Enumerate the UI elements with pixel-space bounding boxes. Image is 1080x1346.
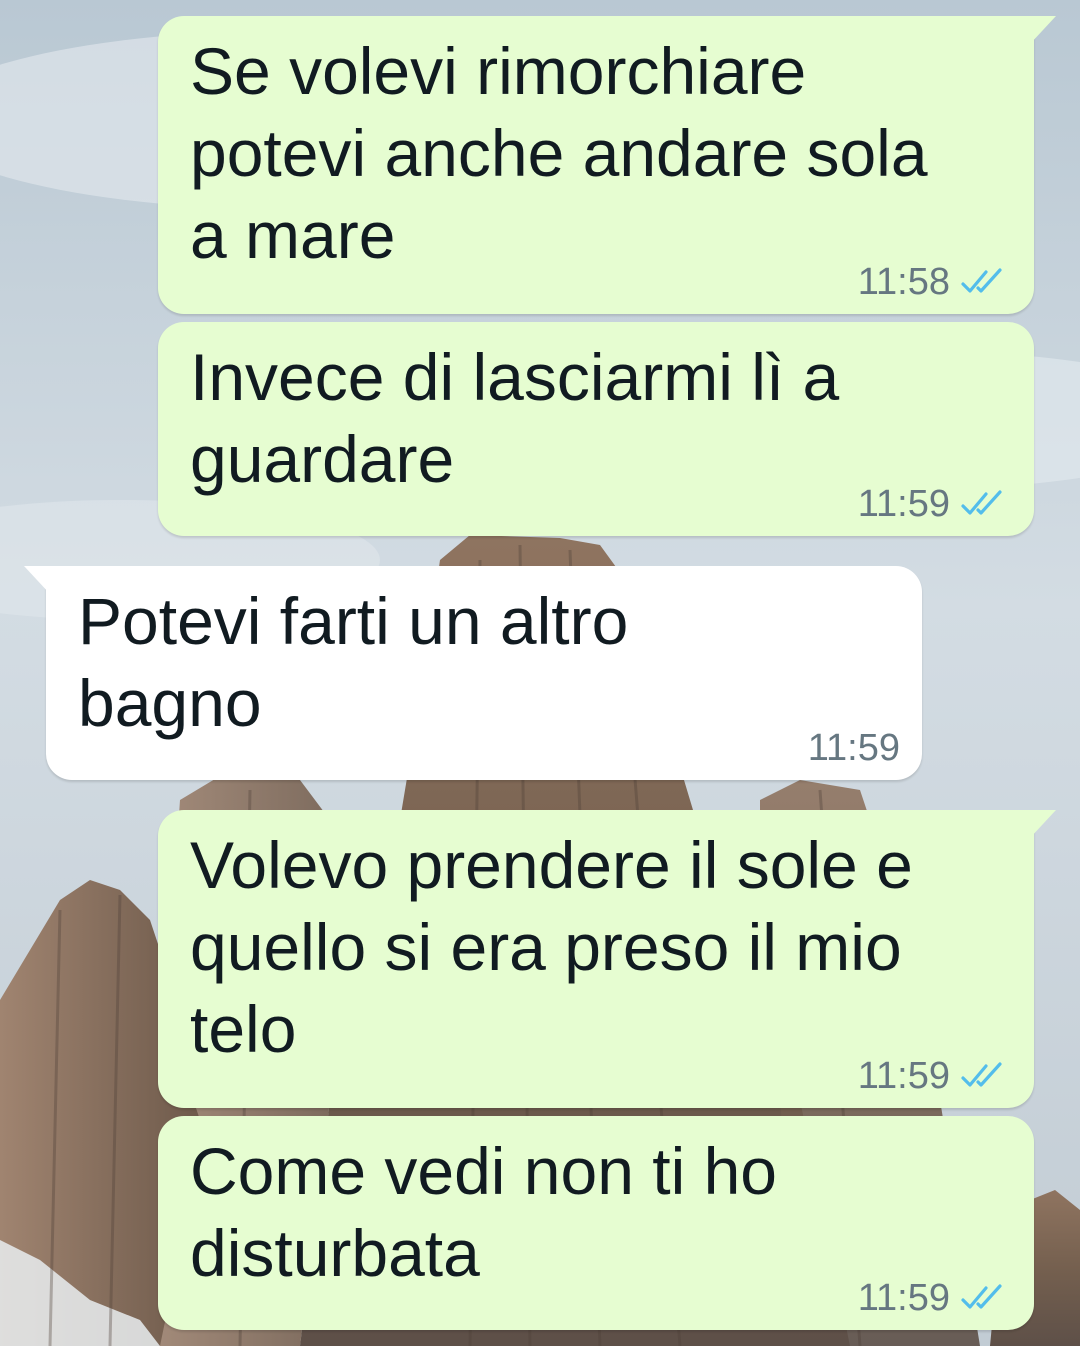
outgoing-message-bubble[interactable]: Come vedi non ti ho disturbata 11:59 (158, 1116, 1034, 1330)
read-double-check-icon (961, 1062, 1002, 1087)
message-list: Se volevi rimorchiare potevi anche andare… (0, 0, 1080, 1346)
message-meta: 11:58 (858, 262, 1006, 302)
message-text-line: Come vedi non ti ho (190, 1134, 778, 1208)
message-timestamp: 11:59 (857, 1277, 950, 1319)
message-text-line: Potevi farti un altro (78, 584, 629, 658)
message-text-line: Volevo prendere il sole e (190, 828, 913, 902)
bubble-tail (24, 566, 54, 594)
outgoing-message-bubble[interactable]: Volevo prendere il sole e quello si era p… (158, 810, 1056, 1108)
read-double-check-icon (961, 490, 1002, 515)
message-timestamp: 11:59 (807, 727, 900, 769)
message-text: Come vedi non ti ho disturbata (190, 1130, 994, 1294)
message-meta: 11:59 (858, 1278, 1006, 1318)
message-text-line: quello si era preso il mio (190, 910, 902, 984)
read-double-check-icon (961, 1284, 1002, 1309)
bubble-tail (1026, 810, 1056, 838)
message-timestamp: 11:59 (857, 1055, 950, 1097)
message-text: Invece di lasciarmi lì a guardare (190, 336, 994, 500)
message-text-line: bagno (78, 666, 262, 740)
message-text: Volevo prendere il sole e quello si era p… (190, 824, 994, 1070)
incoming-message-bubble[interactable]: Potevi farti un altro bagno 11:59 (24, 566, 922, 780)
message-meta: 11:59 (808, 728, 900, 768)
outgoing-message-bubble[interactable]: Invece di lasciarmi lì a guardare 11:59 (158, 322, 1034, 536)
message-meta: 11:59 (858, 1056, 1006, 1096)
read-double-check-icon (961, 268, 1002, 293)
bubble-tail (1026, 16, 1056, 44)
message-timestamp: 11:59 (857, 483, 950, 525)
message-timestamp: 11:58 (857, 261, 950, 303)
message-text: Potevi farti un altro bagno (78, 580, 882, 744)
outgoing-message-bubble[interactable]: Se volevi rimorchiare potevi anche andare… (158, 16, 1056, 314)
message-text-line: potevi anche andare sola (190, 116, 928, 190)
message-meta: 11:59 (858, 484, 1006, 524)
message-text-line: Invece di lasciarmi lì a (190, 340, 840, 414)
message-text-line: Se volevi rimorchiare (190, 34, 807, 108)
message-text: Se volevi rimorchiare potevi anche andare… (190, 30, 994, 276)
